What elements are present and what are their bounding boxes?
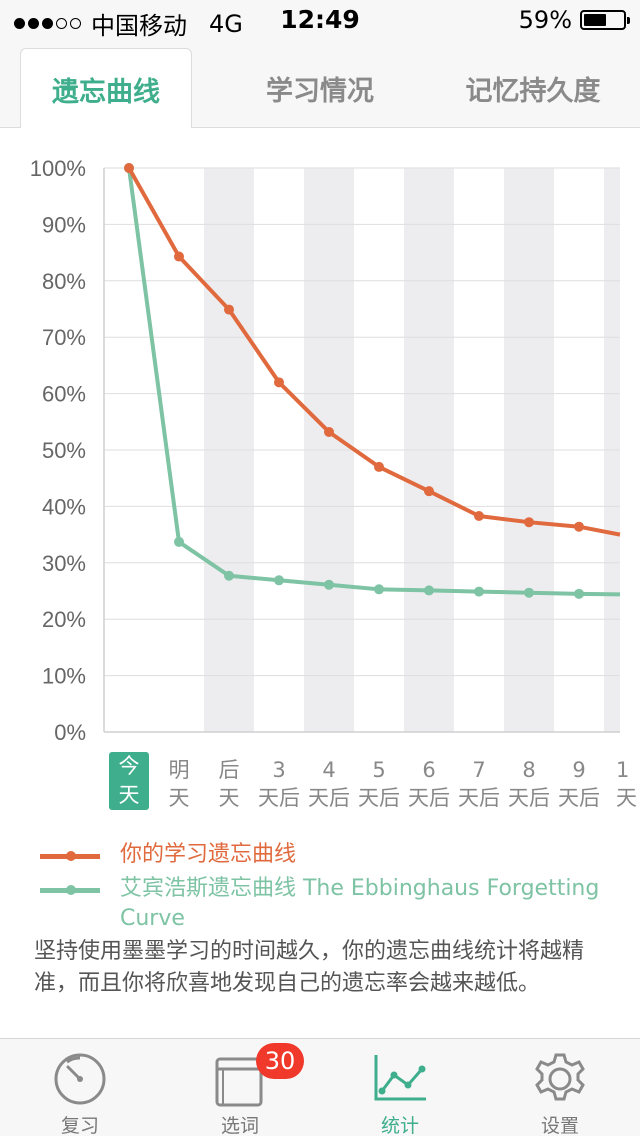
nav-select-words-label: 选词 xyxy=(220,1115,259,1137)
battery-icon xyxy=(580,10,630,30)
y-tick-label: 70% xyxy=(42,325,86,350)
legend-user-curve: 你的学习遗忘曲线 xyxy=(40,840,640,870)
stats-tab-bar: 遗忘曲线 学习情况 记忆持久度 xyxy=(0,40,640,129)
gauge-icon xyxy=(54,1053,106,1105)
series-point-0-3 xyxy=(274,377,284,388)
series-point-1-7 xyxy=(474,586,484,597)
y-tick-label: 50% xyxy=(42,438,86,463)
x-label-2: 后天 xyxy=(218,758,240,810)
x-label-8: 8 天后 xyxy=(508,758,550,810)
battery-percent: 59% xyxy=(518,6,572,34)
battery-info: 59% xyxy=(518,6,630,34)
nav-statistics-label: 统计 xyxy=(380,1115,419,1137)
nav-settings-label: 设置 xyxy=(540,1115,579,1137)
series-point-0-7 xyxy=(474,510,484,521)
series-point-1-6 xyxy=(424,585,434,596)
y-tick-label: 90% xyxy=(42,212,86,237)
new-words-badge: 30 xyxy=(256,1043,304,1079)
legend-swatch-user xyxy=(40,851,100,861)
x-label-1: 明天 xyxy=(168,758,190,810)
legend-ebbinghaus-curve: 艾宾浩斯遗忘曲线 The Ebbinghaus Forgetting Curve xyxy=(40,874,640,934)
y-tick-label: 40% xyxy=(42,494,86,519)
y-tick-label: 60% xyxy=(42,382,86,407)
chart-svg: 100% 90% 80% 70% 60% 50% 40% 30% 20% 10% 0% xyxy=(30,156,621,745)
x-label-5: 5 天后 xyxy=(358,758,400,810)
tab-forgetting-curve[interactable]: 遗忘曲线 xyxy=(20,48,192,129)
series-point-1-8 xyxy=(524,587,534,598)
series-point-1-3 xyxy=(274,575,284,586)
nav-review-label: 复习 xyxy=(60,1115,99,1137)
legend-label-ebbinghaus: 艾宾浩斯遗忘曲线 The Ebbinghaus Forgetting Curve xyxy=(120,876,600,931)
explanation-text: 坚持使用墨墨学习的时间越久，你的遗忘曲线统计将越精准，而且你将欣喜地发现自己的遗… xyxy=(34,939,585,996)
x-label-3: 3 天后 xyxy=(258,758,300,810)
tab-memory-durability[interactable]: 记忆持久度 xyxy=(446,48,620,128)
x-label-6: 6 天后 xyxy=(408,758,450,810)
gear-icon xyxy=(535,1053,585,1101)
series-point-0-4 xyxy=(324,426,334,437)
series-point-0-0 xyxy=(124,163,134,173)
series-point-0-1 xyxy=(174,251,184,262)
y-tick-label: 20% xyxy=(42,607,86,632)
legend-swatch-ebbinghaus xyxy=(40,885,100,895)
x-label-7: 7 天后 xyxy=(458,758,500,810)
nav-statistics[interactable]: 统计 xyxy=(320,1039,480,1137)
series-point-1-5 xyxy=(374,584,384,595)
series-point-1-4 xyxy=(324,579,334,590)
series-point-0-8 xyxy=(524,517,534,528)
line-chart-icon xyxy=(374,1055,426,1101)
y-tick-label: 80% xyxy=(42,269,86,294)
bottom-nav: 复习 30 选词 统计 设置 xyxy=(0,1038,640,1137)
x-label-9: 9 天后 xyxy=(558,758,600,810)
y-tick-label: 0% xyxy=(54,720,86,745)
y-tick-label: 100% xyxy=(30,156,86,181)
series-point-0-2 xyxy=(224,304,234,315)
series-point-0-9 xyxy=(574,521,584,532)
status-bar: 中国移动 4G 12:49 59% xyxy=(0,0,640,40)
series-point-1-9 xyxy=(574,588,584,599)
series-point-1-1 xyxy=(174,536,184,547)
nav-settings[interactable]: 设置 xyxy=(480,1039,640,1137)
legend-label-user: 你的学习遗忘曲线 xyxy=(120,842,297,867)
y-tick-label: 30% xyxy=(42,551,86,576)
x-label-4: 4 天后 xyxy=(308,758,350,810)
nav-review[interactable]: 复习 xyxy=(0,1039,160,1137)
nav-select-words[interactable]: 30 选词 xyxy=(160,1039,320,1137)
x-label-10: 1天 xyxy=(616,758,637,810)
series-point-1-2 xyxy=(224,570,234,581)
tab-study-status[interactable]: 学习情况 xyxy=(232,48,408,128)
y-tick-label: 10% xyxy=(42,664,86,689)
x-label-0: 今天 xyxy=(109,752,149,810)
series-point-0-6 xyxy=(424,486,434,497)
series-point-0-5 xyxy=(374,461,384,472)
forgetting-curve-chart: 100% 90% 80% 70% 60% 50% 40% 30% 20% 10% 0% xyxy=(0,128,640,818)
